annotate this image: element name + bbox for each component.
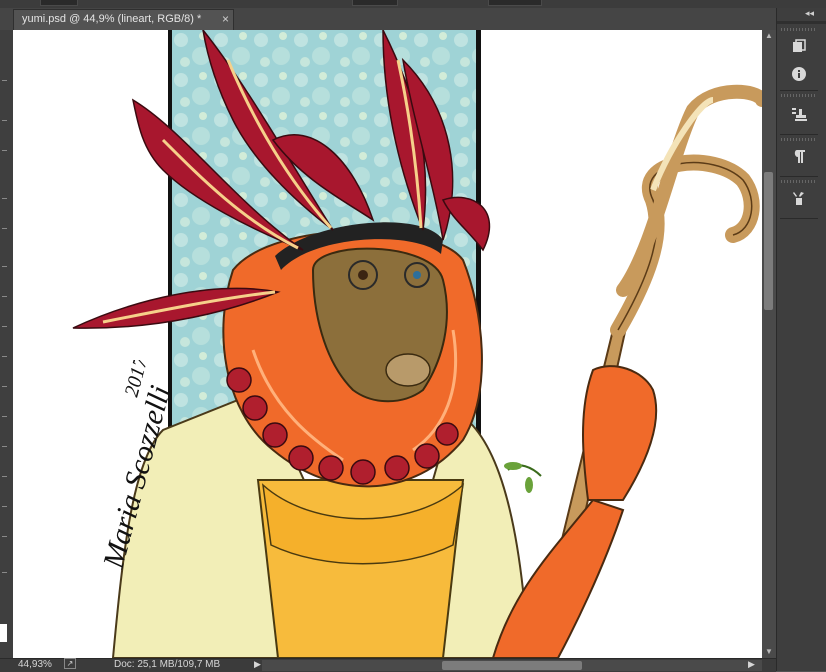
document-canvas[interactable]: Maria Scozzelli 2017 bbox=[13, 30, 762, 658]
status-bar: 44,93% ↗ Doc: 25,1 MB/109,7 MB ▶ ▶ bbox=[0, 658, 776, 672]
horizontal-scrollbar[interactable] bbox=[262, 660, 762, 671]
tool-marker bbox=[2, 198, 7, 199]
panel-grip[interactable] bbox=[781, 28, 817, 31]
tool-presets-icon[interactable] bbox=[780, 184, 818, 212]
status-menu-arrow-icon[interactable]: ▶ bbox=[254, 659, 261, 670]
tool-marker bbox=[2, 476, 7, 477]
options-control[interactable] bbox=[40, 0, 78, 6]
tool-marker bbox=[2, 296, 7, 297]
tool-marker bbox=[2, 266, 7, 267]
tool-marker bbox=[2, 80, 7, 81]
tool-marker bbox=[2, 572, 7, 573]
collapse-panels-icon[interactable]: ◂◂ bbox=[805, 8, 814, 19]
zoom-level[interactable]: 44,93% bbox=[18, 659, 52, 670]
tools-panel-edge[interactable] bbox=[0, 30, 14, 658]
tool-marker bbox=[2, 228, 7, 229]
svg-text:Maria Scozzelli: Maria Scozzelli bbox=[97, 382, 178, 573]
info-icon[interactable] bbox=[780, 60, 818, 88]
scroll-up-icon[interactable]: ▲ bbox=[762, 30, 776, 42]
tool-marker bbox=[2, 326, 7, 327]
tool-marker bbox=[2, 120, 7, 121]
scroll-right-icon[interactable]: ▶ bbox=[748, 659, 755, 670]
scroll-down-icon[interactable]: ▼ bbox=[762, 646, 776, 658]
document-tab[interactable]: yumi.psd @ 44,9% (lineart, RGB/8) * × bbox=[13, 9, 234, 30]
vertical-scroll-thumb[interactable] bbox=[764, 172, 773, 310]
document-size: Doc: 25,1 MB/109,7 MB bbox=[114, 659, 221, 670]
panel-separator bbox=[780, 218, 818, 219]
panel-separator bbox=[780, 134, 818, 135]
options-control[interactable] bbox=[352, 0, 398, 6]
vertical-scrollbar[interactable]: ▲ ▼ bbox=[762, 30, 776, 658]
tool-marker bbox=[2, 150, 7, 151]
tool-marker bbox=[2, 356, 7, 357]
export-icon[interactable]: ↗ bbox=[64, 658, 76, 669]
panel-grip[interactable] bbox=[781, 138, 817, 141]
horizontal-scroll-thumb[interactable] bbox=[442, 661, 582, 670]
dock-header bbox=[777, 21, 826, 24]
layer-comps-icon[interactable] bbox=[780, 33, 818, 61]
artist-signature: Maria Scozzelli 2017 bbox=[97, 360, 178, 573]
document-tab-bar: yumi.psd @ 44,9% (lineart, RGB/8) * × bbox=[0, 8, 776, 31]
panel-separator bbox=[780, 176, 818, 177]
clone-source-icon[interactable] bbox=[780, 100, 818, 128]
options-bar-remnant bbox=[0, 0, 826, 8]
tool-marker bbox=[2, 536, 7, 537]
tool-marker bbox=[2, 386, 7, 387]
options-control[interactable] bbox=[488, 0, 542, 6]
document-tab-title: yumi.psd @ 44,9% (lineart, RGB/8) * bbox=[22, 13, 202, 25]
paragraph-icon[interactable] bbox=[780, 142, 818, 170]
foreground-color-swatch[interactable] bbox=[0, 624, 7, 642]
close-tab-icon[interactable]: × bbox=[222, 12, 229, 26]
panel-grip[interactable] bbox=[781, 180, 817, 183]
panel-separator bbox=[780, 90, 818, 91]
tool-marker bbox=[2, 506, 7, 507]
tool-marker bbox=[2, 446, 7, 447]
panel-grip[interactable] bbox=[781, 94, 817, 97]
tool-marker bbox=[2, 416, 7, 417]
panel-dock: ◂◂ bbox=[776, 8, 826, 671]
